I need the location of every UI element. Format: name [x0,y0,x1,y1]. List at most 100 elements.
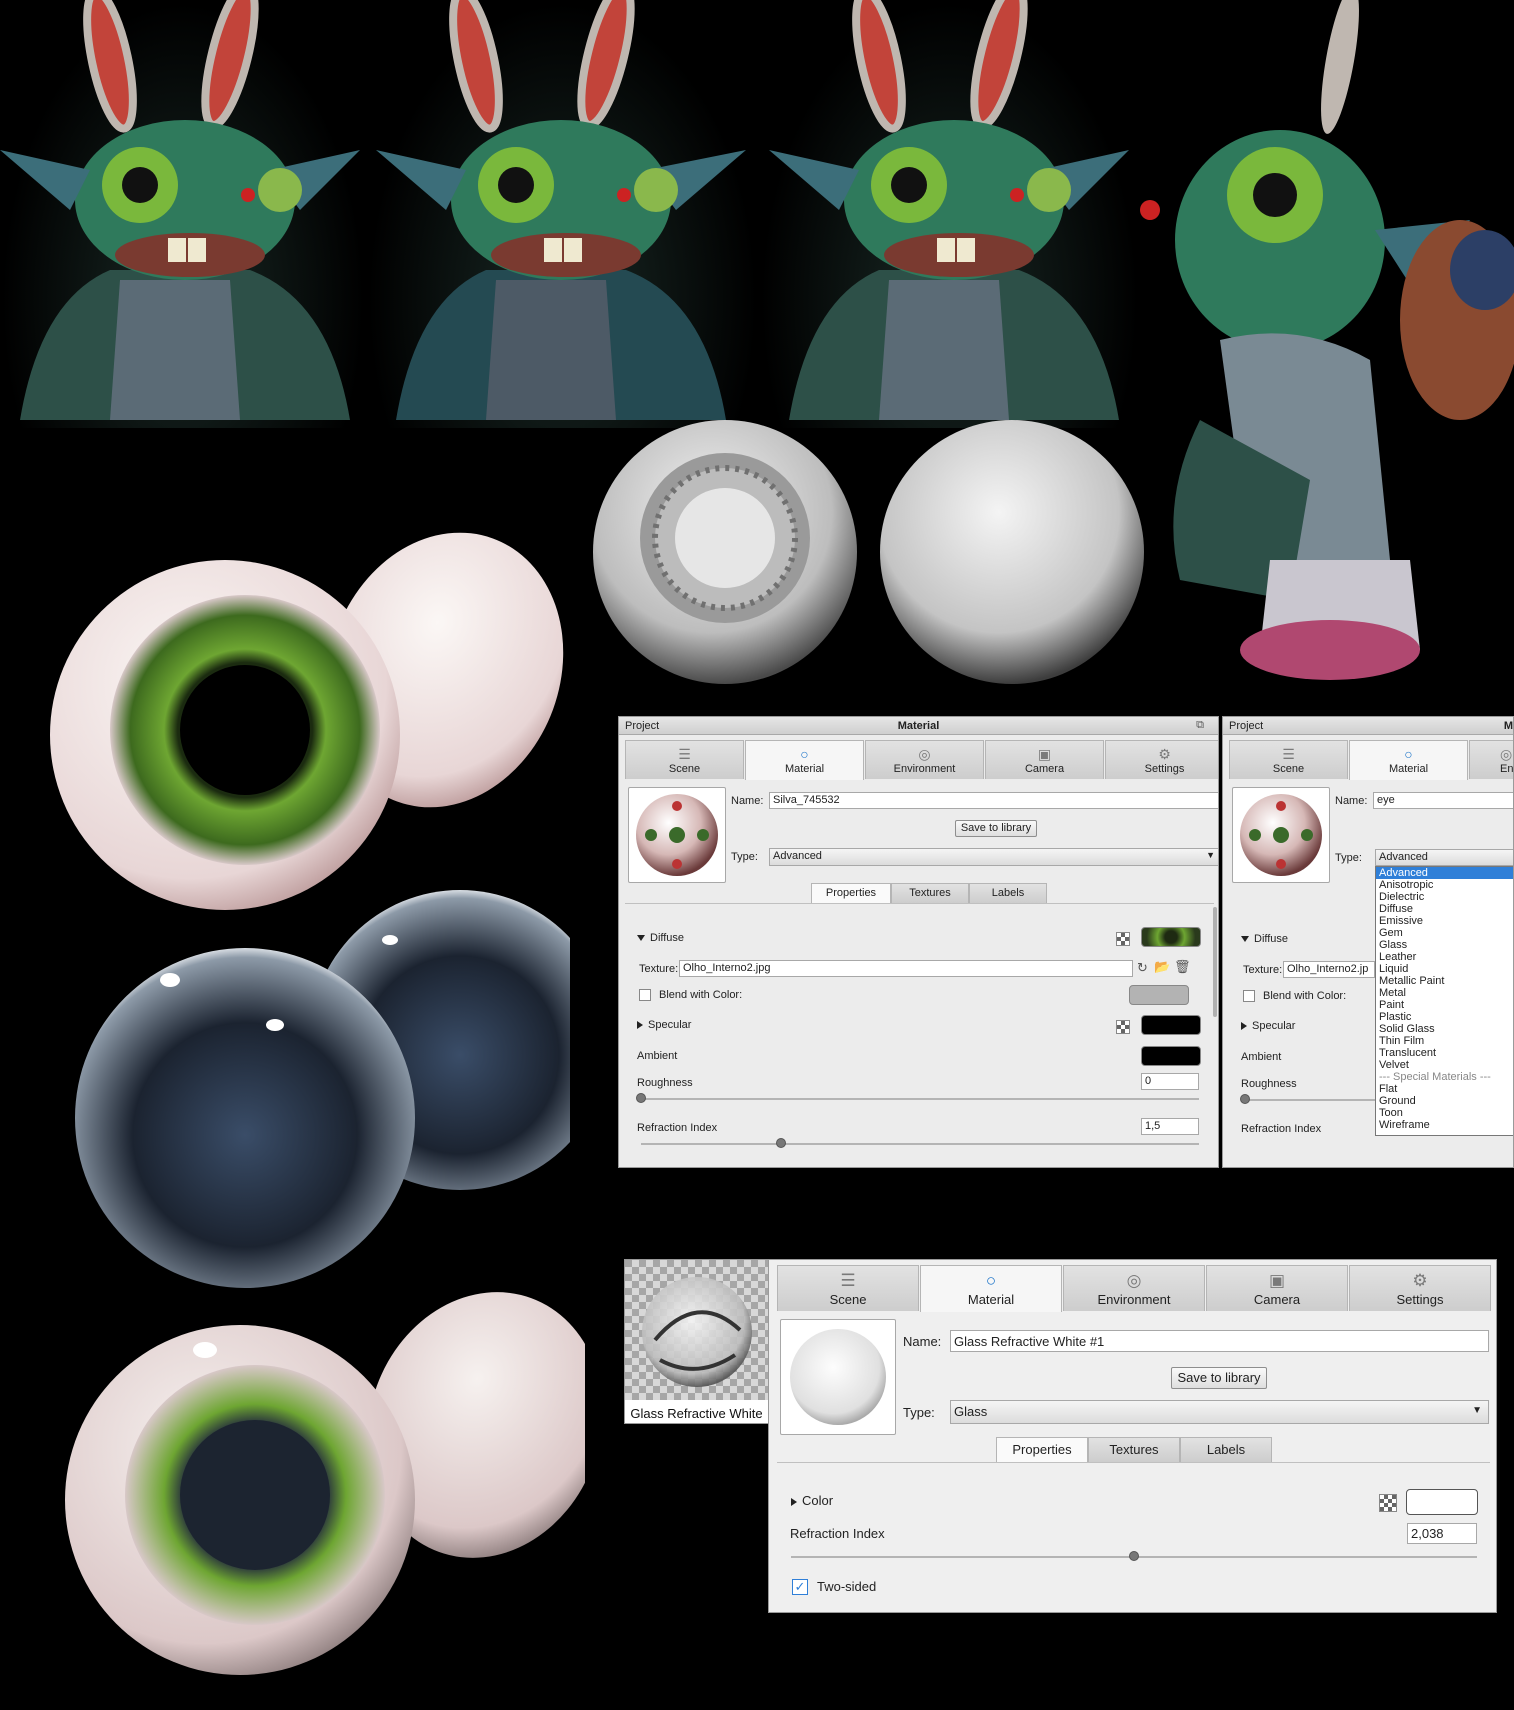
specular-section-toggle[interactable]: Specular [637,1019,691,1031]
type-option[interactable]: Emissive [1376,915,1513,927]
type-option[interactable]: Advanced [1376,867,1513,879]
tab-environment[interactable]: ◎ Environment [865,740,984,779]
blend-color-swatch[interactable] [1129,985,1189,1005]
type-option[interactable]: Ground [1376,1095,1513,1107]
blend-with-color-label: Blend with Color: [1263,990,1347,1002]
roughness-label: Roughness [637,1077,693,1089]
tab-scene[interactable]: ☰ Scene [777,1265,919,1311]
checker-icon[interactable] [1379,1494,1397,1512]
texture-input[interactable]: Olho_Interno2.jpg [679,960,1133,977]
diffuse-section-toggle[interactable]: Diffuse [1241,933,1288,945]
roughness-slider-track[interactable] [641,1098,1199,1100]
type-option[interactable]: Plastic [1376,1011,1513,1023]
refresh-icon[interactable]: ↻ [1137,960,1148,976]
glass-color-swatch[interactable] [1406,1489,1478,1515]
tab-scene[interactable]: ☰ Scene [1229,740,1348,779]
tab-camera[interactable]: ▣ Camera [985,740,1104,779]
subtab-labels[interactable]: Labels [969,883,1047,904]
list-icon: ☰ [840,1271,856,1290]
type-select[interactable]: Advanced ▼ [769,848,1218,866]
refraction-index-input[interactable]: 2,038 [1407,1523,1477,1544]
ambient-color-swatch[interactable] [1141,1046,1201,1066]
checker-icon[interactable] [1116,932,1130,946]
specular-section-toggle[interactable]: Specular [1241,1020,1295,1032]
material-preview[interactable] [628,787,726,883]
tab-scene[interactable]: ☰ Scene [625,740,744,779]
roughness-input[interactable]: 0 [1141,1073,1199,1090]
trash-icon[interactable]: 🗑 [1174,959,1191,975]
name-label: Name: [1335,795,1368,807]
refraction-slider-track[interactable] [641,1143,1199,1145]
tab-material[interactable]: ○ Material [920,1265,1062,1312]
blend-with-color-checkbox[interactable] [639,989,651,1001]
material-preview[interactable] [1232,787,1330,883]
specular-color-swatch[interactable] [1141,1015,1201,1035]
type-select[interactable]: Glass ▼ [950,1400,1489,1424]
name-input[interactable]: Glass Refractive White #1 [950,1330,1489,1352]
type-option[interactable]: Translucent [1376,1047,1513,1059]
type-option[interactable]: Flat [1376,1083,1513,1095]
texture-input[interactable]: Olho_Interno2.jp [1283,961,1375,978]
type-option[interactable]: Toon [1376,1107,1513,1119]
subtab-properties[interactable]: Properties [811,883,891,904]
subtab-textures[interactable]: Textures [891,883,969,904]
material-preview[interactable] [780,1319,896,1435]
subtab-labels[interactable]: Labels [1180,1437,1272,1463]
save-to-library-button[interactable]: Save to library [955,820,1037,837]
type-option[interactable]: Leather [1376,951,1513,963]
type-select[interactable]: Advanced [1375,849,1513,866]
color-section-toggle[interactable]: Color [791,1493,833,1508]
type-option[interactable]: Metallic Paint [1376,975,1513,987]
type-option[interactable]: Anisotropic [1376,879,1513,891]
refraction-slider-knob[interactable] [1129,1551,1139,1561]
subtab-textures[interactable]: Textures [1088,1437,1180,1463]
tab-material[interactable]: ○ Material [745,740,864,780]
chevron-down-icon: ▼ [1472,1405,1482,1416]
roughness-slider-knob[interactable] [1240,1094,1250,1104]
two-sided-checkbox[interactable]: ✓ [792,1579,808,1595]
type-option[interactable]: Dielectric [1376,891,1513,903]
roughness-slider-track[interactable] [1245,1099,1375,1101]
blend-with-color-checkbox[interactable] [1243,990,1255,1002]
type-dropdown-list[interactable]: Advanced Anisotropic Dielectric Diffuse … [1375,866,1513,1136]
tab-settings[interactable]: ⚙ Settings [1105,740,1218,779]
material-panel-glass: ☰ Scene ○ Material ◎ Environment ▣ Camera ⚙ S… [768,1259,1497,1613]
roughness-slider-knob[interactable] [636,1093,646,1103]
tab-material[interactable]: ○ Material [1349,740,1468,780]
creature-render-1 [0,0,366,428]
checker-icon[interactable] [1116,1020,1130,1034]
refraction-slider-knob[interactable] [775,1138,786,1148]
subtab-properties[interactable]: Properties [996,1437,1088,1463]
diffuse-section-toggle[interactable]: Diffuse [637,932,684,944]
type-option[interactable]: Diffuse [1376,903,1513,915]
type-option[interactable]: Solid Glass [1376,1023,1513,1035]
diffuse-texture-swatch[interactable] [1141,927,1201,947]
refraction-index-input[interactable]: 1,5 [1141,1118,1199,1135]
tab-settings[interactable]: ⚙ Settings [1349,1265,1491,1311]
scrollbar[interactable] [1213,907,1217,1017]
glass-preview-image [625,1260,768,1400]
type-option[interactable]: Gem [1376,927,1513,939]
camera-icon: ▣ [1037,746,1052,762]
name-input[interactable]: eye [1373,792,1513,809]
tab-environment[interactable]: ◎ Environment [1063,1265,1205,1311]
type-option[interactable]: Metal [1376,987,1513,999]
type-option[interactable]: Liquid [1376,963,1513,975]
library-material-label: Glass Refractive White [630,1406,763,1421]
sculpt-sphere-detailed [580,420,870,685]
tab-camera[interactable]: ▣ Camera [1206,1265,1348,1311]
type-option[interactable]: Wireframe [1376,1119,1513,1131]
name-input[interactable]: Silva_745532 [769,792,1218,809]
eye-render-glass [50,890,610,1290]
type-option[interactable]: Glass [1376,939,1513,951]
library-material-thumbnail[interactable]: Glass Refractive White [624,1259,769,1424]
type-option[interactable]: Velvet [1376,1059,1513,1071]
restore-icon[interactable]: ⧉ [1196,719,1204,732]
sculpt-sphere-smooth [880,420,1145,685]
main-tabs: ☰Scene ○Material ◎Env [1229,740,1513,780]
type-option[interactable]: Thin Film [1376,1035,1513,1047]
folder-icon[interactable]: 📂 [1154,959,1170,975]
type-option[interactable]: Paint [1376,999,1513,1011]
save-to-library-button[interactable]: Save to library [1171,1367,1267,1389]
tab-environment[interactable]: ◎Env [1469,740,1513,779]
